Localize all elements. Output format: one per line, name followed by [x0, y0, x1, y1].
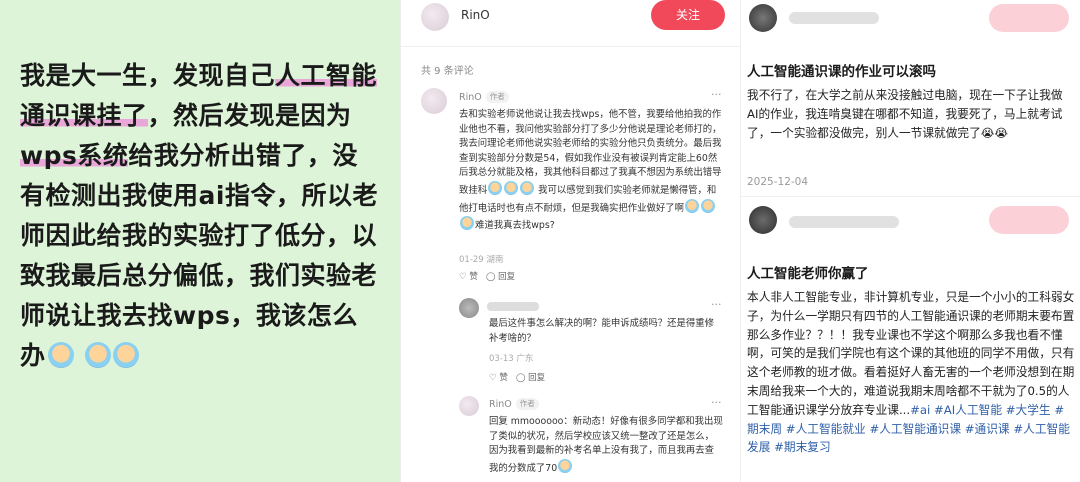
poster-name[interactable] — [789, 12, 879, 24]
divider — [401, 46, 741, 47]
hashtag[interactable]: #通识课 — [965, 422, 1010, 436]
like-button[interactable]: 赞 — [469, 272, 478, 282]
hashtag[interactable]: #人工智能就业 — [786, 422, 866, 436]
more-options-icon[interactable]: ··· — [711, 88, 722, 101]
comment-count: 共 9 条评论 — [421, 66, 474, 77]
author-name[interactable]: RinO — [461, 8, 490, 22]
posts-panel: 人工智能通识课的作业可以滚吗 我不行了，在大学之前从来没接触过电脑，现在一下子让… — [740, 0, 1080, 482]
more-options-icon[interactable]: ··· — [711, 396, 722, 409]
post-body: 我不行了，在大学之前从来没接触过电脑，现在一下子让我做AI的作业，我连啃臭键在哪… — [747, 88, 1063, 140]
author-reply-body: 回复 mmoooooo：新动态！好像有很多同学都和我出现了类似的状况，然后学校应… — [489, 416, 723, 474]
poster-name[interactable] — [789, 216, 899, 228]
crying-emoji-icon — [84, 342, 111, 368]
crying-emoji-icon — [685, 198, 700, 213]
poster-avatar[interactable] — [749, 206, 777, 234]
question-part: 给我分析出错了，没有检测出我使用ai指令，所以老师因此给我的实验打了低分，以致我… — [20, 141, 378, 370]
author-avatar[interactable] — [421, 3, 449, 31]
post-header: RinO 关注 — [401, 0, 740, 34]
crying-emoji-icon — [558, 458, 573, 473]
author-tag: 作者 — [485, 91, 509, 103]
reply-icon[interactable]: ◯ — [516, 373, 526, 383]
question-part: ，然后发现是因为 — [147, 101, 352, 130]
reply-icon[interactable]: ◯ — [486, 272, 496, 282]
divider — [741, 196, 1080, 197]
question-part: 我是大一生，发现自己 — [20, 61, 276, 90]
replier-name[interactable] — [487, 300, 539, 315]
crying-emoji-icon — [488, 180, 503, 195]
comment-meta: 01-29 湖南 — [459, 255, 504, 265]
poster-avatar[interactable] — [749, 4, 777, 32]
hashtag[interactable]: #AI人工智能 — [934, 403, 1002, 417]
follow-button[interactable] — [989, 206, 1069, 234]
crying-emoji-icon — [701, 198, 716, 213]
follow-button[interactable] — [989, 4, 1069, 32]
like-icon[interactable]: ♡ — [489, 373, 497, 383]
crying-emoji-icon — [504, 180, 519, 195]
replier-avatar[interactable] — [459, 298, 479, 318]
reply-button[interactable]: 回复 — [528, 373, 545, 383]
question-text: 我是大一生，发现自己人工智能通识课挂了，然后发现是因为wps系统给我分析出错了，… — [20, 56, 382, 376]
crying-emoji-icon — [460, 216, 474, 231]
screenshot-collage: 我是大一生，发现自己人工智能通识课挂了，然后发现是因为wps系统给我分析出错了，… — [0, 0, 1080, 482]
like-button[interactable]: 赞 — [499, 373, 508, 383]
crying-emoji-icon — [520, 180, 535, 195]
reply-button[interactable]: 回复 — [498, 272, 515, 282]
comments-panel: RinO 关注 共 9 条评论 RinO 作者 ··· 去和实验老师说他说让我去找… — [400, 0, 741, 482]
commenter-name[interactable]: RinO — [459, 92, 482, 103]
hashtag[interactable]: #期末复习 — [774, 440, 831, 454]
highlight-wps: wps系统 — [20, 141, 129, 170]
author-reply-avatar[interactable] — [459, 396, 479, 416]
post-title[interactable]: 人工智能老师你赢了 — [747, 262, 869, 282]
hashtag[interactable]: #人工智能通识课 — [869, 422, 961, 436]
post-date: 2025-12-04 — [747, 176, 809, 188]
more-options-icon[interactable]: ··· — [711, 298, 722, 311]
crying-emoji-icon — [112, 342, 139, 368]
follow-button[interactable]: 关注 — [651, 0, 725, 30]
reply-body: 最后这件事怎么解决的啊？能申诉成绩吗？还是得重修补考啥的？ — [489, 318, 715, 344]
post-body: 本人非人工智能专业，非计算机专业，只是一个小小的工科弱女子，为什么一学期只有四节… — [747, 290, 1075, 455]
reply-actions: ♡ 赞 ◯ 回复 — [489, 371, 545, 386]
author-reply-header: RinO 作者 — [489, 398, 539, 413]
question-text-panel: 我是大一生，发现自己人工智能通识课挂了，然后发现是因为wps系统给我分析出错了，… — [0, 0, 400, 482]
like-icon[interactable]: ♡ — [459, 272, 467, 282]
crying-emoji-icon — [47, 342, 74, 368]
comment-actions: ♡ 赞 ◯ 回复 — [459, 270, 515, 285]
comment: RinO 作者 — [459, 91, 721, 106]
commenter-avatar[interactable] — [421, 88, 447, 114]
reply-meta: 03-13 广东 — [489, 354, 534, 364]
post-title[interactable]: 人工智能通识课的作业可以滚吗 — [747, 60, 936, 80]
commenter-name[interactable]: RinO — [489, 399, 512, 410]
author-tag: 作者 — [515, 398, 539, 410]
comment-body: 去和实验老师说他说让我去找wps，他不管，我要给他拍我的作业他也不看，我问他实验… — [459, 109, 722, 232]
hashtag[interactable]: #大学生 — [1006, 403, 1051, 417]
hashtag[interactable]: #ai — [910, 403, 930, 417]
